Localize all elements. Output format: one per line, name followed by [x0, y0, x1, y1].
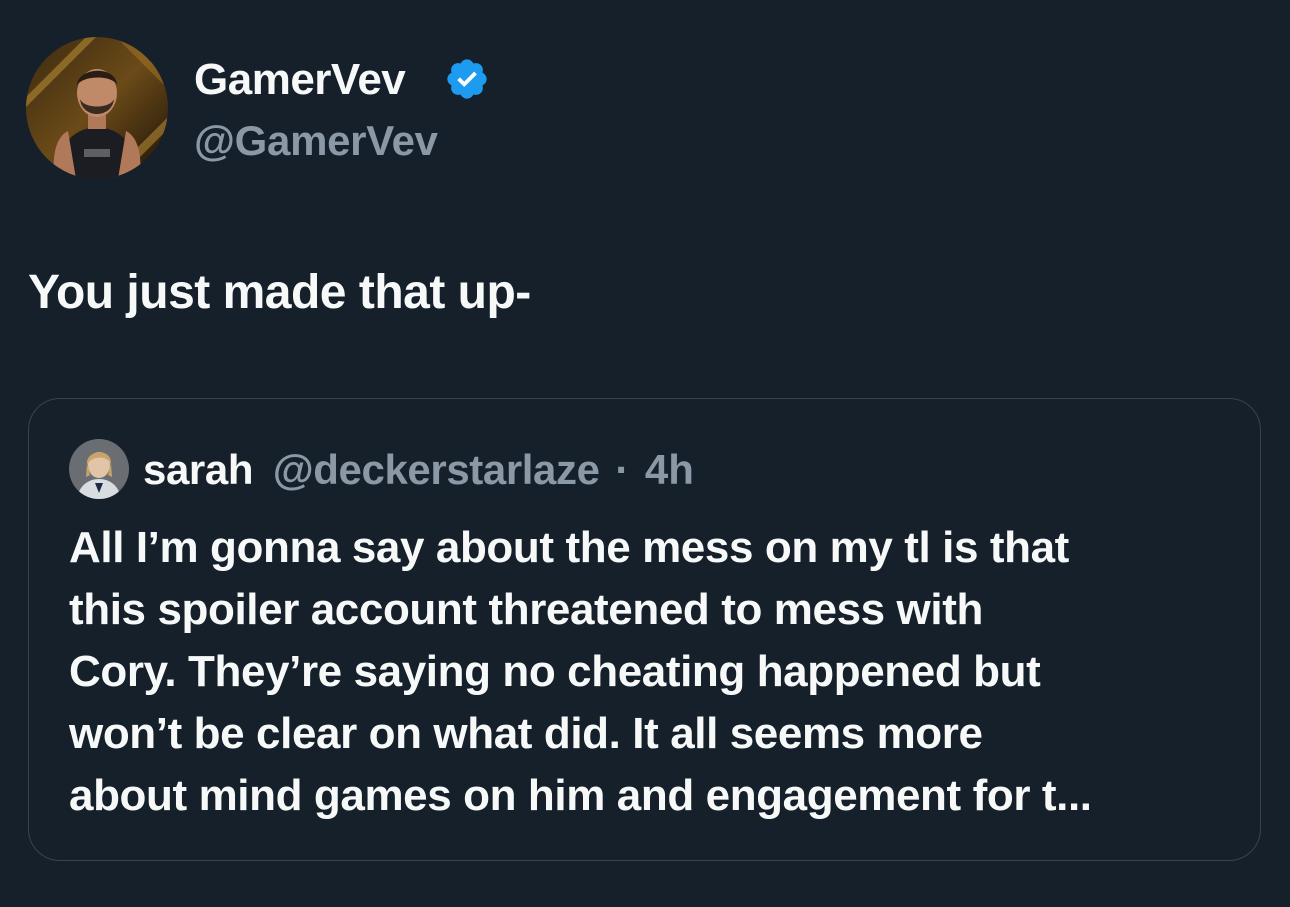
- author-name[interactable]: GamerVev: [194, 52, 406, 108]
- quoted-author-handle[interactable]: @deckerstarlaze: [273, 446, 600, 493]
- quoted-tweet-header: sarah @deckerstarlaze · 4h: [143, 443, 694, 497]
- quoted-text-line: won’t be clear on what did. It all seems…: [69, 709, 983, 758]
- quoted-text-line: about mind games on him and engagement f…: [69, 771, 1092, 820]
- quoted-text-line: All I’m gonna say about the mess on my t…: [69, 523, 1069, 572]
- quoted-text-line: this spoiler account threatened to mess …: [69, 585, 983, 634]
- author-avatar[interactable]: [26, 37, 168, 179]
- tweet: GamerVev @GamerVev You just made that up…: [0, 0, 1290, 907]
- verified-badge-icon: [444, 56, 490, 102]
- quoted-tweet-time[interactable]: 4h: [645, 446, 694, 493]
- author-handle[interactable]: @GamerVev: [194, 114, 438, 168]
- tweet-text: You just made that up-: [28, 266, 531, 319]
- quoted-tweet-card[interactable]: sarah @deckerstarlaze · 4h All I’m gonna…: [28, 398, 1261, 861]
- quoted-author-name[interactable]: sarah: [143, 446, 253, 493]
- quoted-text-line: Cory. They’re saying no cheating happene…: [69, 647, 1041, 696]
- header-separator: ·: [615, 446, 630, 493]
- quoted-author-avatar[interactable]: [69, 439, 129, 499]
- quoted-tweet-text: All I’m gonna say about the mess on my t…: [69, 517, 1229, 827]
